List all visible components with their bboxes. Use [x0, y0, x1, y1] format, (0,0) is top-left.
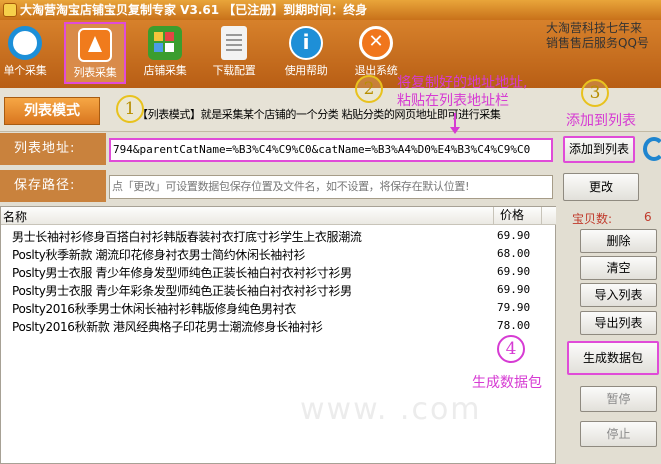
item-count-value: 6 — [644, 210, 652, 224]
magnifier-icon — [8, 26, 42, 60]
annotation-paste-line-2: 粘贴在列表地址栏 — [397, 93, 509, 109]
step-4-marker: 4 — [497, 335, 525, 363]
promo-text: 大淘营科技七年来 销售售后服务QQ号 — [546, 21, 660, 51]
column-price-header[interactable]: 价格 — [493, 207, 524, 225]
row-price: 68.00 — [497, 247, 531, 260]
row-name: Poslty秋季新款 潮流印花修身衬衣男士简约休闲长袖衬衫 — [12, 248, 306, 262]
table-row[interactable]: Poslty男士衣服 青少年彩条发型师纯色正装长袖白衬衣衬衫寸衫男 69.90 — [1, 281, 557, 299]
path-label: 保存路径: — [0, 170, 106, 202]
import-list-button[interactable]: 导入列表 — [580, 283, 657, 307]
pause-button[interactable]: 暂停 — [580, 386, 657, 412]
clear-button[interactable]: 清空 — [580, 256, 657, 280]
browser-icon[interactable] — [643, 137, 661, 161]
step-1-marker: 1 — [116, 95, 144, 123]
annotation-generate: 生成数据包 — [472, 375, 542, 391]
table-row[interactable]: 男士长袖衬衫修身百搭白衬衫韩版春装衬衣打底寸衫学生上衣服潮流 69.90 — [1, 227, 557, 245]
app-window: 大淘营淘宝店铺宝贝复制专家 V3.61 【已注册】到期时间：终身 单个采集 列表… — [0, 0, 661, 464]
mode-bar: 列表模式 【列表模式】就是采集某个店铺的一个分类 粘贴分类的网页地址即可进行采集 — [0, 88, 661, 132]
path-row: 保存路径: 点「更改」可设置数据包保存位置及文件名，如不设置，将保存在默认位置!… — [0, 170, 661, 202]
exit-icon: ✕ — [359, 26, 393, 60]
single-collect-label: 单个采集 — [3, 64, 47, 77]
annotation-arrow — [450, 113, 460, 134]
annotation-paste-line-1: 将复制好的地址地址, — [397, 75, 528, 91]
row-price: 78.00 — [497, 319, 531, 332]
item-count-label: 宝贝数: — [572, 212, 613, 226]
row-name: Poslty2016秋季男士休闲长袖衬衫韩版修身纯色男衬衣 — [12, 302, 296, 316]
add-to-list-button[interactable]: 添加到列表 — [563, 136, 635, 163]
list-collect-label: 列表采集 — [73, 66, 117, 79]
step-3-marker: 3 — [581, 79, 609, 107]
list-collect-icon — [78, 28, 112, 62]
stop-button[interactable]: 停止 — [580, 421, 657, 447]
save-path-input[interactable]: 点「更改」可设置数据包保存位置及文件名，如不设置，将保存在默认位置! — [109, 175, 553, 199]
promo-line-2: 销售售后服务QQ号 — [546, 36, 649, 50]
app-logo-icon — [3, 3, 17, 17]
table-row[interactable]: Poslty秋季新款 潮流印花修身衬衣男士简约休闲长袖衬衫 68.00 — [1, 245, 557, 263]
delete-button[interactable]: 删除 — [580, 229, 657, 253]
row-price: 69.90 — [497, 229, 531, 242]
table-row[interactable]: Poslty2016秋新款 港风经典格子印花男士潮流修身长袖衬衫 78.00 — [1, 317, 557, 335]
help-button[interactable]: i 使用帮助 — [275, 22, 337, 84]
url-label: 列表地址: — [0, 133, 106, 165]
step-2-marker: 2 — [355, 75, 383, 103]
row-name: Poslty男士衣服 青少年彩条发型师纯色正装长袖白衬衣衬衫寸衫男 — [12, 284, 352, 298]
export-list-button[interactable]: 导出列表 — [580, 311, 657, 335]
list-collect-button[interactable]: 列表采集 — [64, 22, 126, 84]
store-collect-button[interactable]: 店铺采集 — [134, 22, 196, 84]
table-row[interactable]: Poslty2016秋季男士休闲长袖衬衫韩版修身纯色男衬衣 79.90 — [1, 299, 557, 317]
row-name: Poslty2016秋新款 港风经典格子印花男士潮流修身长袖衬衫 — [12, 320, 323, 334]
row-price: 69.90 — [497, 283, 531, 296]
promo-line-1: 大淘营科技七年来 — [546, 21, 643, 35]
column-name-header[interactable]: 名称 — [3, 208, 27, 225]
change-path-button[interactable]: 更改 — [563, 173, 639, 201]
list-url-input[interactable]: 794&parentCatName=%B3%C4%C9%C0&catName=%… — [109, 138, 553, 162]
single-collect-button[interactable]: 单个采集 — [0, 22, 56, 84]
list-header: 名称 价格 — [1, 207, 557, 225]
watermark: www. .com — [300, 392, 482, 427]
download-config-button[interactable]: 下载配置 — [203, 22, 265, 84]
window-title: 大淘营淘宝店铺宝贝复制专家 V3.61 【已注册】到期时间：终身 — [20, 3, 368, 17]
document-icon — [221, 26, 247, 60]
help-label: 使用帮助 — [284, 64, 328, 77]
generate-package-button[interactable]: 生成数据包 — [567, 341, 659, 375]
store-collect-label: 店铺采集 — [143, 64, 187, 77]
row-price: 69.90 — [497, 265, 531, 278]
row-name: Poslty男士衣服 青少年修身发型师纯色正装长袖白衬衣衬衫寸衫男 — [12, 266, 352, 280]
download-config-label: 下载配置 — [212, 64, 256, 77]
row-name: 男士长袖衬衫修身百搭白衬衫韩版春装衬衣打底寸衫学生上衣服潮流 — [12, 230, 362, 244]
row-price: 79.90 — [497, 301, 531, 314]
url-row: 列表地址: 794&parentCatName=%B3%C4%C9%C0&cat… — [0, 133, 661, 165]
store-icon — [148, 26, 182, 60]
header-divider — [541, 207, 542, 225]
info-icon: i — [289, 26, 323, 60]
title-bar: 大淘营淘宝店铺宝贝复制专家 V3.61 【已注册】到期时间：终身 — [0, 0, 661, 20]
annotation-add-to-list: 添加到列表 — [566, 113, 636, 129]
list-mode-tab[interactable]: 列表模式 — [4, 97, 100, 125]
table-row[interactable]: Poslty男士衣服 青少年修身发型师纯色正装长袖白衬衣衬衫寸衫男 69.90 — [1, 263, 557, 281]
